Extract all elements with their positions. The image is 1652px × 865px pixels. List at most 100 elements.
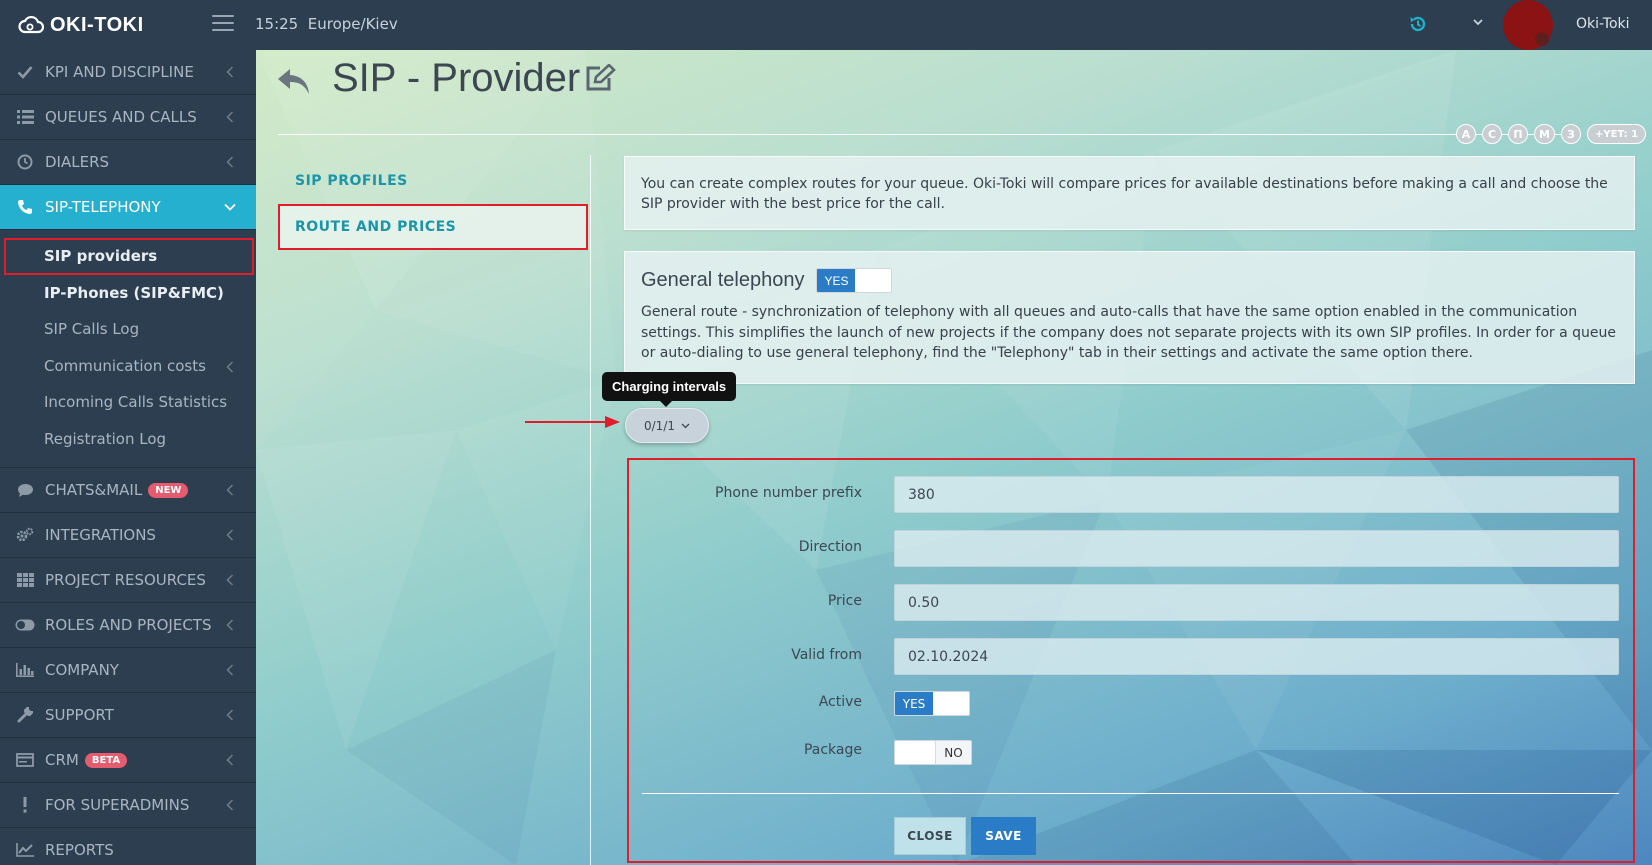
chevron-left-icon [226, 111, 234, 123]
submenu-item-label: Communication costs [44, 356, 206, 375]
current-time: 15:25 [255, 15, 299, 33]
chevron-down-icon [224, 203, 236, 211]
line-chart-icon [14, 841, 36, 859]
user-chip[interactable]: С [1482, 124, 1502, 144]
chevron-left-icon [226, 360, 234, 373]
sidebar-item-label: QUEUES AND CALLS [45, 108, 197, 126]
chevron-left-icon [226, 484, 234, 496]
price-label: Price [827, 593, 862, 609]
sidebar-item-queues[interactable]: QUEUES AND CALLS [0, 95, 256, 140]
form-divider [642, 793, 1619, 794]
cloud-logo-icon [18, 15, 44, 34]
tab-sip-profiles[interactable]: SIP PROFILES [278, 158, 588, 204]
sidebar-item-dialers[interactable]: DIALERS [0, 140, 256, 185]
toggle-off-area [855, 269, 892, 292]
general-telephony-title: General telephony [641, 269, 805, 291]
valid-from-input[interactable] [894, 638, 1619, 675]
toggle-on-label: YES [895, 692, 933, 715]
sidebar-item-integrations[interactable]: INTEGRATIONS [0, 513, 256, 558]
submenu-item-sip-calls-log[interactable]: SIP Calls Log [0, 311, 256, 348]
list-icon [14, 108, 36, 126]
close-button[interactable]: CLOSE [894, 817, 966, 855]
chevron-left-icon [226, 574, 234, 586]
sidebar-item-kpi[interactable]: KPI AND DISCIPLINE [0, 50, 256, 95]
wrench-icon [14, 706, 36, 724]
user-chip[interactable]: П [1508, 124, 1528, 144]
submenu-item-incoming-calls-statistics[interactable]: Incoming Calls Statistics [0, 384, 256, 421]
sidebar-item-label: SIP-TELEPHONY [45, 198, 161, 216]
gears-icon [14, 526, 36, 544]
logo[interactable]: OKI-TOKI [18, 11, 144, 39]
price-input[interactable] [894, 584, 1619, 621]
menu-toggle-icon[interactable] [212, 15, 234, 33]
sidebar-item-sip-telephony[interactable]: SIP-TELEPHONY [0, 185, 256, 230]
more-users-chip[interactable]: +YET: 1 [1586, 124, 1647, 144]
general-telephony-panel: General telephony YES General route - sy… [624, 251, 1635, 384]
annotation-arrow-icon [525, 416, 620, 428]
user-chip[interactable]: А [1456, 124, 1476, 144]
sidebar-item-label: CHATS&MAIL [45, 481, 143, 499]
sidebar-item-label: PROJECT RESOURCES [45, 571, 206, 589]
save-button[interactable]: SAVE [971, 817, 1036, 855]
toggle-off-area [933, 692, 969, 715]
sidebar-item-project-resources[interactable]: PROJECT RESOURCES [0, 558, 256, 603]
username[interactable]: Oki-Toki [1576, 16, 1630, 32]
top-bar: OKI-TOKI 15:25 Europe/Kiev Oki-Toki [0, 0, 1652, 50]
page-title: SIP - Provider [332, 56, 581, 100]
sidebar-item-crm[interactable]: CRM BETA [0, 738, 256, 783]
prefix-label: Phone number prefix [715, 485, 862, 501]
submenu-item-registration-log[interactable]: Registration Log [0, 421, 256, 458]
chevron-down-icon [681, 423, 690, 428]
general-telephony-toggle[interactable]: YES [816, 268, 893, 293]
toggle-on-area [895, 741, 935, 764]
active-toggle[interactable]: YES [894, 691, 970, 716]
grid-icon [14, 571, 36, 589]
chevron-down-icon[interactable] [1472, 16, 1484, 28]
sidebar-item-roles-projects[interactable]: ROLES AND PROJECTS [0, 603, 256, 648]
chevron-left-icon [226, 664, 234, 676]
sidebar-item-reports[interactable]: REPORTS [0, 828, 256, 865]
check-icon [14, 63, 36, 81]
tab-route-and-prices[interactable]: ROUTE AND PRICES [278, 204, 588, 250]
submenu-item-ip-phones[interactable]: IP-Phones (SIP&FMC) [0, 275, 256, 312]
submenu-item-communication-costs[interactable]: Communication costs [0, 348, 256, 385]
edit-icon[interactable] [584, 64, 616, 92]
sidebar-item-label: REPORTS [45, 841, 114, 859]
history-icon[interactable] [1408, 14, 1428, 34]
clock: 15:25 Europe/Kiev [255, 15, 398, 33]
new-badge: NEW [148, 482, 189, 498]
chevron-left-icon [226, 754, 234, 766]
sidebar-item-label: COMPANY [45, 661, 119, 679]
submenu-item-sip-providers[interactable]: SIP providers [4, 238, 254, 275]
direction-input[interactable] [894, 530, 1619, 567]
sidebar-item-label: SUPPORT [45, 706, 114, 724]
bar-chart-icon [14, 661, 36, 679]
sidebar-item-label: DIALERS [45, 153, 110, 171]
sidebar-item-label: CRM [45, 751, 79, 769]
package-label: Package [803, 742, 862, 758]
tabs-divider [590, 155, 591, 865]
user-chip[interactable]: М [1534, 124, 1555, 144]
sidebar-item-label: ROLES AND PROJECTS [45, 616, 212, 634]
prefix-input[interactable] [894, 476, 1619, 513]
package-toggle[interactable]: NO [894, 740, 972, 765]
charging-intervals-select[interactable]: 0/1/1 [625, 408, 709, 443]
logo-text: OKI-TOKI [50, 13, 144, 36]
avatar[interactable] [1503, 0, 1553, 50]
user-chip[interactable]: З [1560, 124, 1581, 144]
title-divider [278, 134, 1568, 135]
sidebar-item-company[interactable]: COMPANY [0, 648, 256, 693]
sidebar-item-superadmins[interactable]: FOR SUPERADMINS [0, 783, 256, 828]
sip-telephony-submenu: SIP providers IP-Phones (SIP&FMC) SIP Ca… [0, 230, 256, 468]
beta-badge: BETA [84, 752, 128, 768]
toggle-on-label: YES [817, 269, 856, 292]
sidebar-item-chats-mail[interactable]: CHATS&MAIL NEW [0, 468, 256, 513]
exclamation-icon [14, 796, 36, 814]
phone-icon [14, 198, 36, 216]
timezone: Europe/Kiev [307, 15, 398, 33]
chevron-left-icon [226, 709, 234, 721]
sidebar-item-support[interactable]: SUPPORT [0, 693, 256, 738]
direction-label: Direction [798, 539, 862, 555]
status-dot [1535, 32, 1549, 46]
back-arrow-icon[interactable] [276, 66, 312, 98]
